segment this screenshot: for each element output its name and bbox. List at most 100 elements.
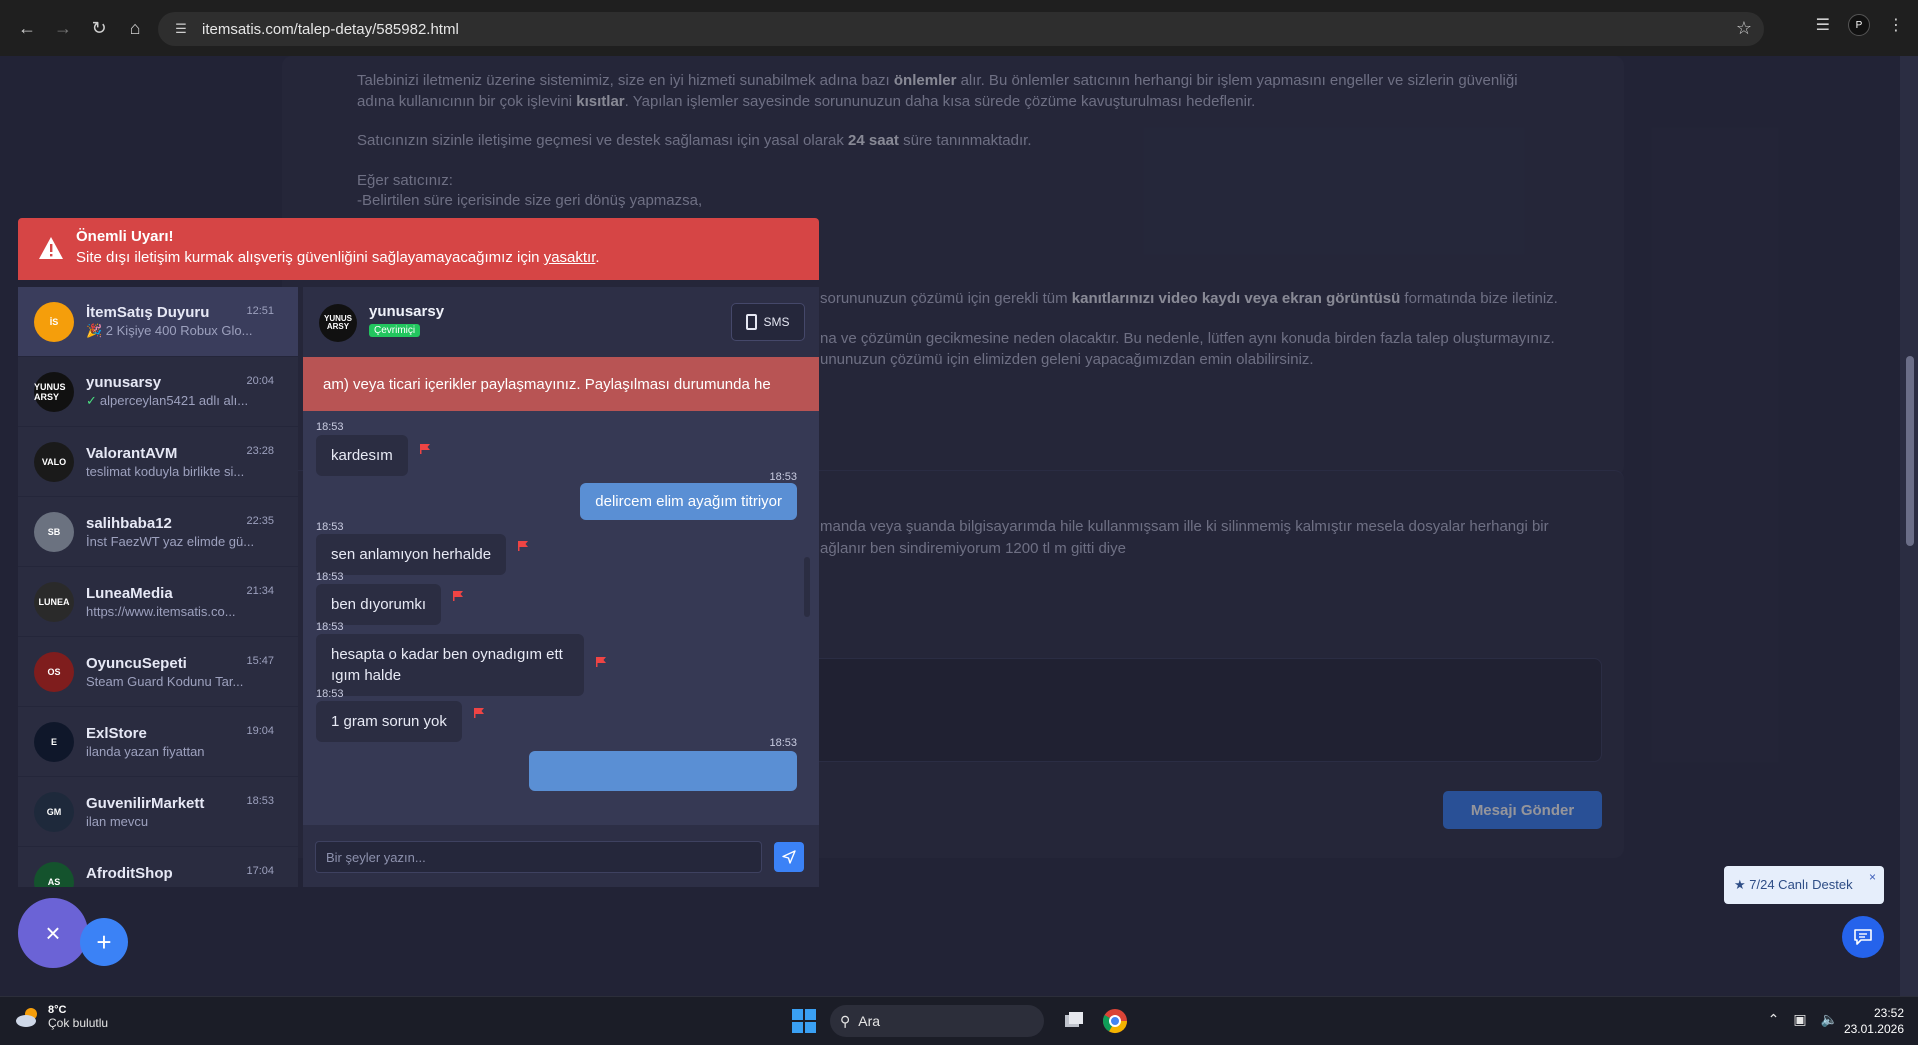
conversation-preview: teslimat koduyla birlikte si... — [86, 463, 245, 479]
info-text-line: Eğer satıcınız: — [357, 172, 453, 189]
address-bar[interactable]: ☰ itemsatis.com/talep-detay/585982.html … — [158, 12, 1764, 46]
send-icon — [782, 850, 796, 864]
avatar[interactable]: YUNUS ARSY — [319, 304, 357, 342]
chat-input-area — [303, 825, 819, 887]
temperature: 8°C — [48, 1004, 67, 1016]
chat-scrollbar[interactable] — [804, 557, 810, 617]
start-button[interactable] — [792, 1009, 816, 1033]
chat-message-input[interactable] — [315, 841, 762, 873]
chat-contact-name[interactable]: yunusarsy — [369, 303, 444, 320]
profile-avatar[interactable]: P — [1848, 14, 1870, 36]
conversation-item[interactable]: VALO ValorantAVM teslimat koduyla birlikte… — [18, 427, 298, 497]
conversation-item[interactable]: OS OyuncuSepeti Steam Guard Kodunu Tar... 1… — [18, 637, 298, 707]
conversation-item[interactable]: SB salihbaba12 İnst FaezWT yaz elimde gü..… — [18, 497, 298, 567]
message-time: 18:53 — [316, 571, 344, 583]
avatar: E — [34, 721, 74, 762]
cloud-icon — [16, 1008, 37, 1027]
chat-send-button[interactable] — [774, 842, 804, 872]
tab-search-icon[interactable]: ☰ — [1816, 15, 1830, 35]
info-text-line: sorununuzun çözümü için gerekli tüm kanı… — [820, 290, 1558, 307]
live-support-button[interactable] — [1842, 916, 1884, 958]
avatar: GM — [34, 791, 74, 832]
conversation-preview: Steam Guard Kodunu Tar... — [86, 673, 244, 689]
close-icon[interactable]: × — [1869, 870, 1876, 884]
live-support-text: ★ 7/24 Canlı Destek — [1734, 877, 1853, 892]
taskbar: 8°C Çok bulutlu ⚲ Ara ⌃ ▣ 🔈 23:52 23.01.… — [0, 996, 1918, 1045]
new-chat-button[interactable]: + — [80, 918, 128, 966]
conversation-time: 17:04 — [246, 865, 274, 877]
weather-widget[interactable]: 8°C Çok bulutlu — [14, 1004, 108, 1030]
report-flag-icon[interactable] — [420, 444, 430, 454]
message-time: 18:53 — [769, 471, 797, 483]
report-flag-icon[interactable] — [453, 591, 463, 601]
search-label: Ara — [858, 1013, 881, 1029]
reload-icon[interactable]: ↻ — [84, 13, 114, 43]
phone-icon — [746, 314, 758, 330]
conversation-item[interactable]: LUNEA LuneaMedia https://www.itemsatis.co.… — [18, 567, 298, 637]
message-time: 18:53 — [316, 621, 344, 633]
conversation-time: 22:35 — [246, 515, 274, 527]
conversation-item[interactable]: GM GuvenilirMarkett ilan mevcu 18:53 — [18, 777, 298, 847]
avatar: VALO — [34, 441, 74, 482]
avatar: YUNUS ARSY — [34, 371, 74, 412]
message-list: 18:53 kardesım 18:53 delircem elim ayağım t… — [303, 411, 819, 825]
page-scrollbar-thumb[interactable] — [1906, 356, 1914, 546]
conversation-time: 18:53 — [246, 795, 274, 807]
message-time: 18:53 — [316, 688, 344, 700]
bookmark-star-icon[interactable]: ☆ — [1736, 18, 1752, 39]
chevron-up-icon[interactable]: ⌃ — [1768, 1011, 1780, 1028]
task-view-icon[interactable] — [1060, 1007, 1088, 1035]
ticket-message-line: manda veya şuanda bilgisayarımda hile ku… — [820, 518, 1549, 535]
chat-panel: YUNUS ARSY yunusarsy Çevrimiçi SMS am) v… — [303, 287, 819, 887]
close-chat-button[interactable]: × — [18, 898, 88, 968]
clock-date: 23.01.2026 — [1843, 1022, 1904, 1036]
taskbar-search[interactable]: ⚲ Ara — [830, 1005, 1044, 1037]
incoming-message: sen anlamıyon herhalde — [316, 534, 507, 575]
conversation-time: 15:47 — [246, 655, 274, 667]
outgoing-message: delircem elim ayağım titriyor — [580, 483, 797, 520]
info-text-line: na ve çözümün gecikmesine neden olacaktı… — [820, 330, 1555, 347]
message-time: 18:53 — [316, 421, 344, 433]
report-flag-icon[interactable] — [474, 708, 484, 718]
live-support-label[interactable]: ★ 7/24 Canlı Destek × — [1724, 866, 1884, 904]
message-time: 18:53 — [769, 737, 797, 749]
info-text-line: -Belirtilen süre içerisinde size geri dö… — [357, 192, 703, 209]
home-icon[interactable]: ⌂ — [120, 13, 150, 43]
report-flag-icon[interactable] — [518, 541, 528, 551]
send-message-button[interactable]: Mesajı Gönder — [1443, 791, 1602, 829]
clock[interactable]: 23:52 23.01.2026 — [1844, 1005, 1904, 1037]
status-badge: Çevrimiçi — [369, 324, 421, 337]
conversation-preview: İnst FaezWT yaz elimde gü... — [86, 533, 255, 549]
report-flag-icon[interactable] — [596, 657, 606, 667]
conversation-item[interactable]: E ExlStore ilanda yazan fiyattan 19:04 — [18, 707, 298, 777]
conversation-time: 12:51 — [246, 305, 274, 317]
incoming-message: 1 gram sorun yok — [316, 701, 462, 742]
chat-header: YUNUS ARSY yunusarsy Çevrimiçi SMS — [303, 287, 819, 357]
incoming-message: ben dıyorumkı — [316, 584, 442, 625]
chrome-icon[interactable] — [1101, 1007, 1129, 1035]
important-warning: Önemli Uyarı! Site dışı iletişim kurmak … — [18, 218, 819, 280]
forward-icon[interactable]: → — [48, 13, 78, 43]
conversation-item[interactable]: YUNUS ARSY yunusarsy ✓ alperceylan5421 adlı… — [18, 357, 298, 427]
network-icon[interactable]: ▣ — [1793, 1011, 1806, 1028]
chat-warning-marquee: am) veya ticari içerikler paylaşmayınız.… — [303, 357, 819, 411]
url-text: itemsatis.com/talep-detay/585982.html — [202, 20, 459, 38]
volume-icon[interactable]: 🔈 — [1821, 1011, 1838, 1028]
sms-button[interactable]: SMS — [731, 303, 805, 341]
warning-link[interactable]: yasaktır — [544, 249, 596, 266]
menu-icon[interactable]: ⋮ — [1888, 15, 1904, 35]
warning-title: Önemli Uyarı! — [76, 228, 174, 245]
warning-text: Site dışı iletişim kurmak alışveriş güve… — [76, 249, 600, 266]
conversation-time: 19:04 — [246, 725, 274, 737]
conversation-preview: https://www.itemsatis.co... — [86, 603, 236, 619]
incoming-message: kardesım — [316, 435, 408, 476]
browser-toolbar: ← → ↻ ⌂ ☰ itemsatis.com/talep-detay/5859… — [0, 0, 1918, 56]
conversation-preview: ✓ alperceylan5421 adlı alı... — [86, 393, 249, 408]
outgoing-message — [529, 751, 797, 791]
conversation-item[interactable]: ASAfroditShopHE...17:04 — [18, 847, 298, 887]
avatar: İS — [34, 301, 74, 342]
site-info-icon[interactable]: ☰ — [172, 20, 190, 38]
conversation-item[interactable]: İS İtemSatış Duyuru 🎉 2 Kişiye 400 Robux G… — [18, 287, 298, 357]
info-text-line: Talebinizi iletmeniz üzerine sistemimiz,… — [357, 72, 1518, 89]
back-icon[interactable]: ← — [12, 13, 42, 43]
